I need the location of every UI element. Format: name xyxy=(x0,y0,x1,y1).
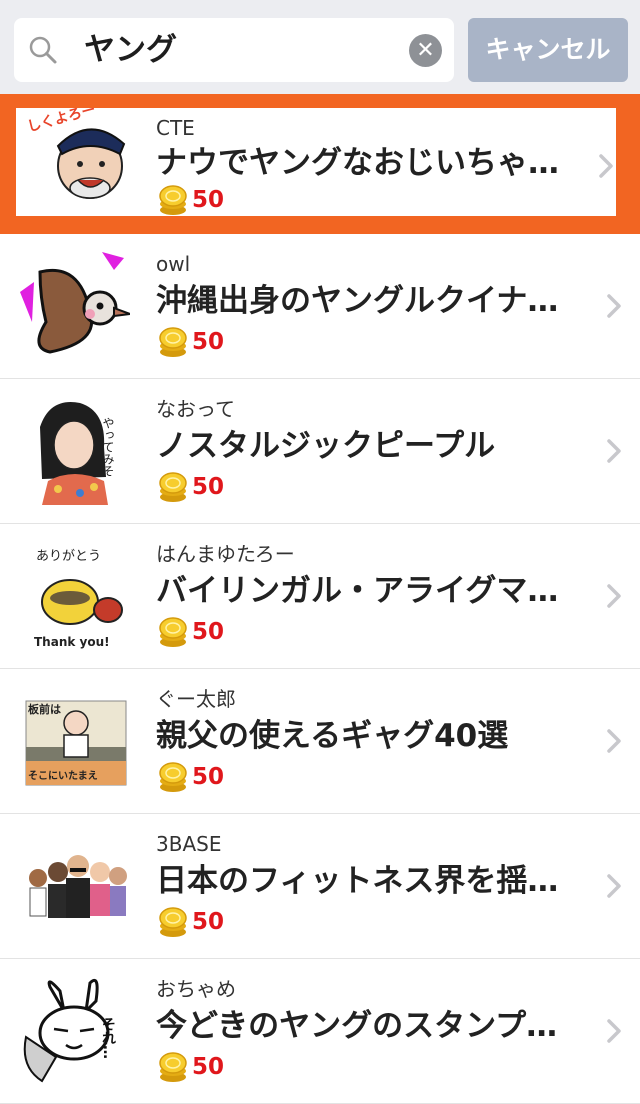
search-query-text: ヤング xyxy=(84,32,177,68)
sticker-title: 日本のフィットネス界を揺… xyxy=(156,863,559,899)
sticker-thumbnail xyxy=(29,855,127,918)
author-name: owl xyxy=(156,252,191,276)
list-item[interactable]: 3BASE 日本のフィットネス界を揺… 50 xyxy=(0,814,640,959)
chevron-right-icon xyxy=(607,1019,621,1043)
search-bar-area: ヤング ✕ キャンセル xyxy=(0,0,640,94)
cancel-button[interactable]: キャンセル xyxy=(468,18,628,82)
list-item[interactable]: ありがとう Thank you! はんまゆたろー バイリンガル・アライグマ… 5… xyxy=(0,524,640,669)
search-icon xyxy=(29,36,57,64)
sticker-title: ノスタルジックピープル xyxy=(156,428,496,464)
list-item[interactable]: owl 沖縄出身のヤングルクイナ… 50 xyxy=(0,234,640,379)
sticker-caption: それ… xyxy=(100,1017,116,1059)
list-item-frame: しくよろー CTE ナウでヤングなおじいちゃ… 50 xyxy=(16,108,616,216)
price-value: 50 xyxy=(192,187,225,213)
price-value: 50 xyxy=(192,909,225,935)
author-name: なおって xyxy=(156,397,235,421)
price-value: 50 xyxy=(192,329,225,355)
chevron-right-icon xyxy=(607,294,621,318)
sticker-thumbnail: ありがとう Thank you! xyxy=(34,549,123,649)
chevron-right-icon xyxy=(607,874,621,898)
price-value: 50 xyxy=(192,474,225,500)
coin-icon xyxy=(159,185,187,215)
search-input[interactable]: ヤング ✕ xyxy=(14,18,454,82)
coin-icon xyxy=(159,1052,187,1082)
chevron-right-icon xyxy=(599,154,613,178)
price-value: 50 xyxy=(192,1054,225,1080)
list-item[interactable]: 板前は そこにいたまえ ぐー太郎 親父の使えるギャグ40選 50 xyxy=(0,669,640,814)
sticker-title: バイリンガル・アライグマ… xyxy=(156,573,559,609)
author-name: おちゃめ xyxy=(156,977,236,1001)
coin-icon xyxy=(159,472,187,502)
author-name: CTE xyxy=(156,116,195,140)
chevron-right-icon xyxy=(607,439,621,463)
sticker-caption-english: Thank you! xyxy=(34,635,110,649)
list-item[interactable]: やってみそ なおって ノスタルジックピープル 50 xyxy=(0,379,640,524)
price-value: 50 xyxy=(192,764,225,790)
chevron-right-icon xyxy=(607,729,621,753)
sticker-caption-bottom: そこにいたまえ xyxy=(28,770,98,782)
result-list: しくよろー CTE ナウでヤングなおじいちゃ… 50 owl 沖縄出身のヤングル… xyxy=(0,94,640,1104)
sticker-title: 今どきのヤングのスタンプ… xyxy=(156,1008,558,1044)
author-name: はんまゆたろー xyxy=(156,542,295,566)
coin-icon xyxy=(159,762,187,792)
sticker-thumbnail: 板前は そこにいたまえ xyxy=(25,700,127,786)
price-value: 50 xyxy=(192,619,225,645)
sticker-thumbnail xyxy=(20,252,130,354)
author-name: 3BASE xyxy=(156,832,222,856)
sticker-caption: 板前は xyxy=(28,702,61,716)
sticker-caption: やってみそ xyxy=(101,417,115,477)
coin-icon xyxy=(159,617,187,647)
list-item[interactable]: しくよろー CTE ナウでヤングなおじいちゃ… 50 xyxy=(0,94,640,234)
coin-icon xyxy=(159,907,187,937)
chevron-right-icon xyxy=(607,584,621,608)
sticker-thumbnail: それ… xyxy=(23,978,116,1083)
sticker-thumbnail: しくよろー xyxy=(24,108,132,216)
sticker-title: 沖縄出身のヤングルクイナ… xyxy=(156,283,559,319)
list-item[interactable]: それ… おちゃめ 今どきのヤングのスタンプ… 50 xyxy=(0,959,640,1104)
sticker-caption: ありがとう xyxy=(36,549,101,564)
clear-search-icon[interactable]: ✕ xyxy=(409,34,442,67)
sticker-thumbnail: やってみそ xyxy=(40,402,115,505)
coin-icon xyxy=(159,327,187,357)
sticker-title: 親父の使えるギャグ40選 xyxy=(156,718,509,754)
author-name: ぐー太郎 xyxy=(156,687,236,711)
sticker-title: ナウでヤングなおじいちゃ… xyxy=(156,145,559,181)
